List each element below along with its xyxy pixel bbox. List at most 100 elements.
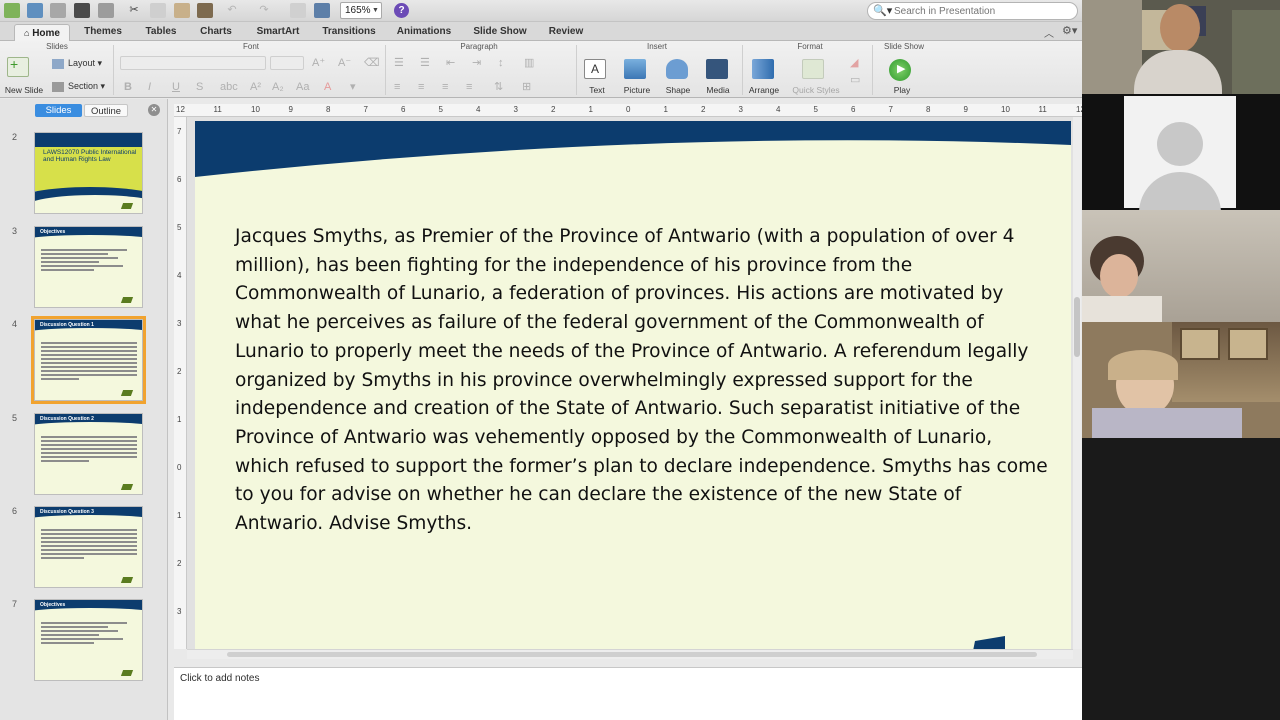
redo-icon[interactable]: ↷ <box>256 3 272 18</box>
arrange-icon[interactable] <box>752 59 774 79</box>
layout-button[interactable]: Layout ▾ <box>52 56 106 70</box>
media-button[interactable]: Media <box>702 85 734 95</box>
save-icon[interactable] <box>74 3 90 18</box>
vertical-ruler[interactable]: 7 6 5 4 3 2 1 0 1 2 3 <box>174 117 187 649</box>
copy-icon[interactable] <box>150 3 166 18</box>
play-icon[interactable]: ▶ <box>889 59 911 81</box>
highlight-icon[interactable]: ▾ <box>350 80 356 94</box>
subscript-icon[interactable]: A₂ <box>272 80 284 94</box>
vertical-scrollbar[interactable] <box>1073 117 1081 649</box>
ruler-tick-label: 3 <box>177 319 182 328</box>
print-icon[interactable] <box>98 3 114 18</box>
shrink-font-icon[interactable]: A⁻ <box>338 56 351 70</box>
notes-placeholder[interactable]: Click to add notes <box>180 673 260 684</box>
superscript-icon[interactable]: A² <box>250 80 261 94</box>
increase-indent-icon[interactable]: ⇥ <box>472 56 481 70</box>
font-size-field[interactable] <box>270 56 304 70</box>
zoom-dropdown-icon[interactable]: ▼ <box>372 3 382 18</box>
bullets-icon[interactable]: ☰ <box>394 56 404 70</box>
cut-icon[interactable]: ✂ <box>126 3 142 18</box>
change-case-icon[interactable]: Aa <box>296 80 309 94</box>
tab-smartart[interactable]: SmartArt <box>250 24 306 41</box>
slide-thumbnail[interactable]: Objectives <box>34 599 143 681</box>
tab-transitions[interactable]: Transitions <box>318 24 380 41</box>
slide-thumbnail[interactable]: Discussion Question 2 <box>34 413 143 495</box>
shape-fill-icon[interactable]: ◢ <box>850 56 858 70</box>
quick-styles-button[interactable]: Quick Styles <box>788 85 844 95</box>
horizontal-scrollbar[interactable] <box>187 649 1073 659</box>
font-color-icon[interactable]: A <box>324 80 331 94</box>
slide-thumbnail-selected[interactable]: Discussion Question 1 <box>31 316 146 404</box>
bold-icon[interactable]: B <box>124 80 132 94</box>
templates-icon[interactable] <box>27 3 43 18</box>
align-text-icon[interactable]: ⊞ <box>522 80 531 94</box>
underline-icon[interactable]: U <box>172 80 180 94</box>
justify-icon[interactable]: ≡ <box>466 80 472 94</box>
new-slide-button[interactable]: New Slide <box>2 85 46 95</box>
shadow-icon[interactable]: S <box>196 80 203 94</box>
section-button[interactable]: Section ▾ <box>52 79 108 93</box>
picture-button[interactable]: Picture <box>620 85 654 95</box>
slideshow-icon[interactable] <box>314 3 330 18</box>
gear-icon[interactable]: ⚙▾ <box>1062 24 1077 37</box>
slides-pane: Slides Outline ✕ 2 LAWS12070 Public Inte… <box>0 99 168 720</box>
numbering-icon[interactable]: ☰ <box>420 56 430 70</box>
clear-format-icon[interactable]: ⌫ <box>364 56 380 70</box>
slide-thumbnail[interactable]: LAWS12070 Public International and Human… <box>34 132 143 214</box>
collapse-ribbon-icon[interactable]: ︿ <box>1044 25 1054 40</box>
slide[interactable]: Jacques Smyths, as Premier of the Provin… <box>195 121 1071 649</box>
scrollbar-thumb[interactable] <box>227 652 1037 657</box>
line-spacing-icon[interactable]: ↕ <box>498 56 504 70</box>
slide-thumbnail-title: Discussion Question 2 <box>40 416 94 422</box>
tab-charts[interactable]: Charts <box>194 24 238 41</box>
shape-icon[interactable] <box>666 59 688 79</box>
search-box[interactable]: 🔍▾ <box>867 2 1078 20</box>
logo-icon <box>120 484 134 490</box>
tab-slide-show[interactable]: Slide Show <box>468 24 532 41</box>
shape-button[interactable]: Shape <box>662 85 694 95</box>
picture-icon[interactable] <box>624 59 646 79</box>
help-icon[interactable]: ? <box>394 3 409 18</box>
tab-animations[interactable]: Animations <box>392 24 456 41</box>
play-button[interactable]: Play <box>886 85 918 95</box>
slide-body-text[interactable]: Jacques Smyths, as Premier of the Provin… <box>235 223 1050 539</box>
decrease-indent-icon[interactable]: ⇤ <box>446 56 455 70</box>
arrange-button[interactable]: Arrange <box>744 85 784 95</box>
horizontal-ruler[interactable]: 1211109876543210123456789101112 <box>174 104 1082 117</box>
columns-icon[interactable]: ▥ <box>524 56 534 70</box>
tab-themes[interactable]: Themes <box>78 24 128 41</box>
align-center-icon[interactable]: ≡ <box>418 80 424 94</box>
tab-review[interactable]: Review <box>544 24 588 41</box>
quick-styles-icon[interactable] <box>802 59 824 79</box>
align-right-icon[interactable]: ≡ <box>442 80 448 94</box>
italic-icon[interactable]: I <box>148 80 151 94</box>
tab-outline[interactable]: Outline <box>84 104 128 117</box>
tab-tables[interactable]: Tables <box>138 24 184 41</box>
open-icon[interactable] <box>50 3 66 18</box>
shape-line-icon[interactable]: ▭ <box>850 73 860 87</box>
gallery-icon[interactable] <box>290 3 306 18</box>
media-icon[interactable] <box>706 59 728 79</box>
strikethrough-icon[interactable]: abc <box>220 80 238 94</box>
align-left-icon[interactable]: ≡ <box>394 80 400 94</box>
new-slide-icon[interactable]: + <box>7 56 29 77</box>
undo-icon[interactable]: ↶ <box>224 3 240 18</box>
ruler-tick-label: 3 <box>177 607 182 616</box>
notes-pane[interactable]: Click to add notes <box>174 667 1082 720</box>
slide-number: 3 <box>12 226 18 236</box>
scrollbar-thumb[interactable] <box>1074 297 1080 357</box>
format-painter-icon[interactable] <box>197 3 213 18</box>
font-name-field[interactable] <box>120 56 266 70</box>
text-direction-icon[interactable]: ⇅ <box>494 80 503 94</box>
paste-icon[interactable] <box>174 3 190 18</box>
slide-thumbnail[interactable]: Objectives <box>34 226 143 308</box>
new-icon[interactable] <box>4 3 20 18</box>
text-box-icon[interactable]: A <box>584 59 606 79</box>
close-icon[interactable]: ✕ <box>148 104 160 116</box>
search-input[interactable] <box>894 4 1072 18</box>
grow-font-icon[interactable]: A⁺ <box>312 56 325 70</box>
tab-slides[interactable]: Slides <box>35 104 82 117</box>
text-button[interactable]: Text <box>580 85 614 95</box>
slide-thumbnail[interactable]: Discussion Question 3 <box>34 506 143 588</box>
tab-home[interactable]: ⌂ Home <box>14 24 70 41</box>
